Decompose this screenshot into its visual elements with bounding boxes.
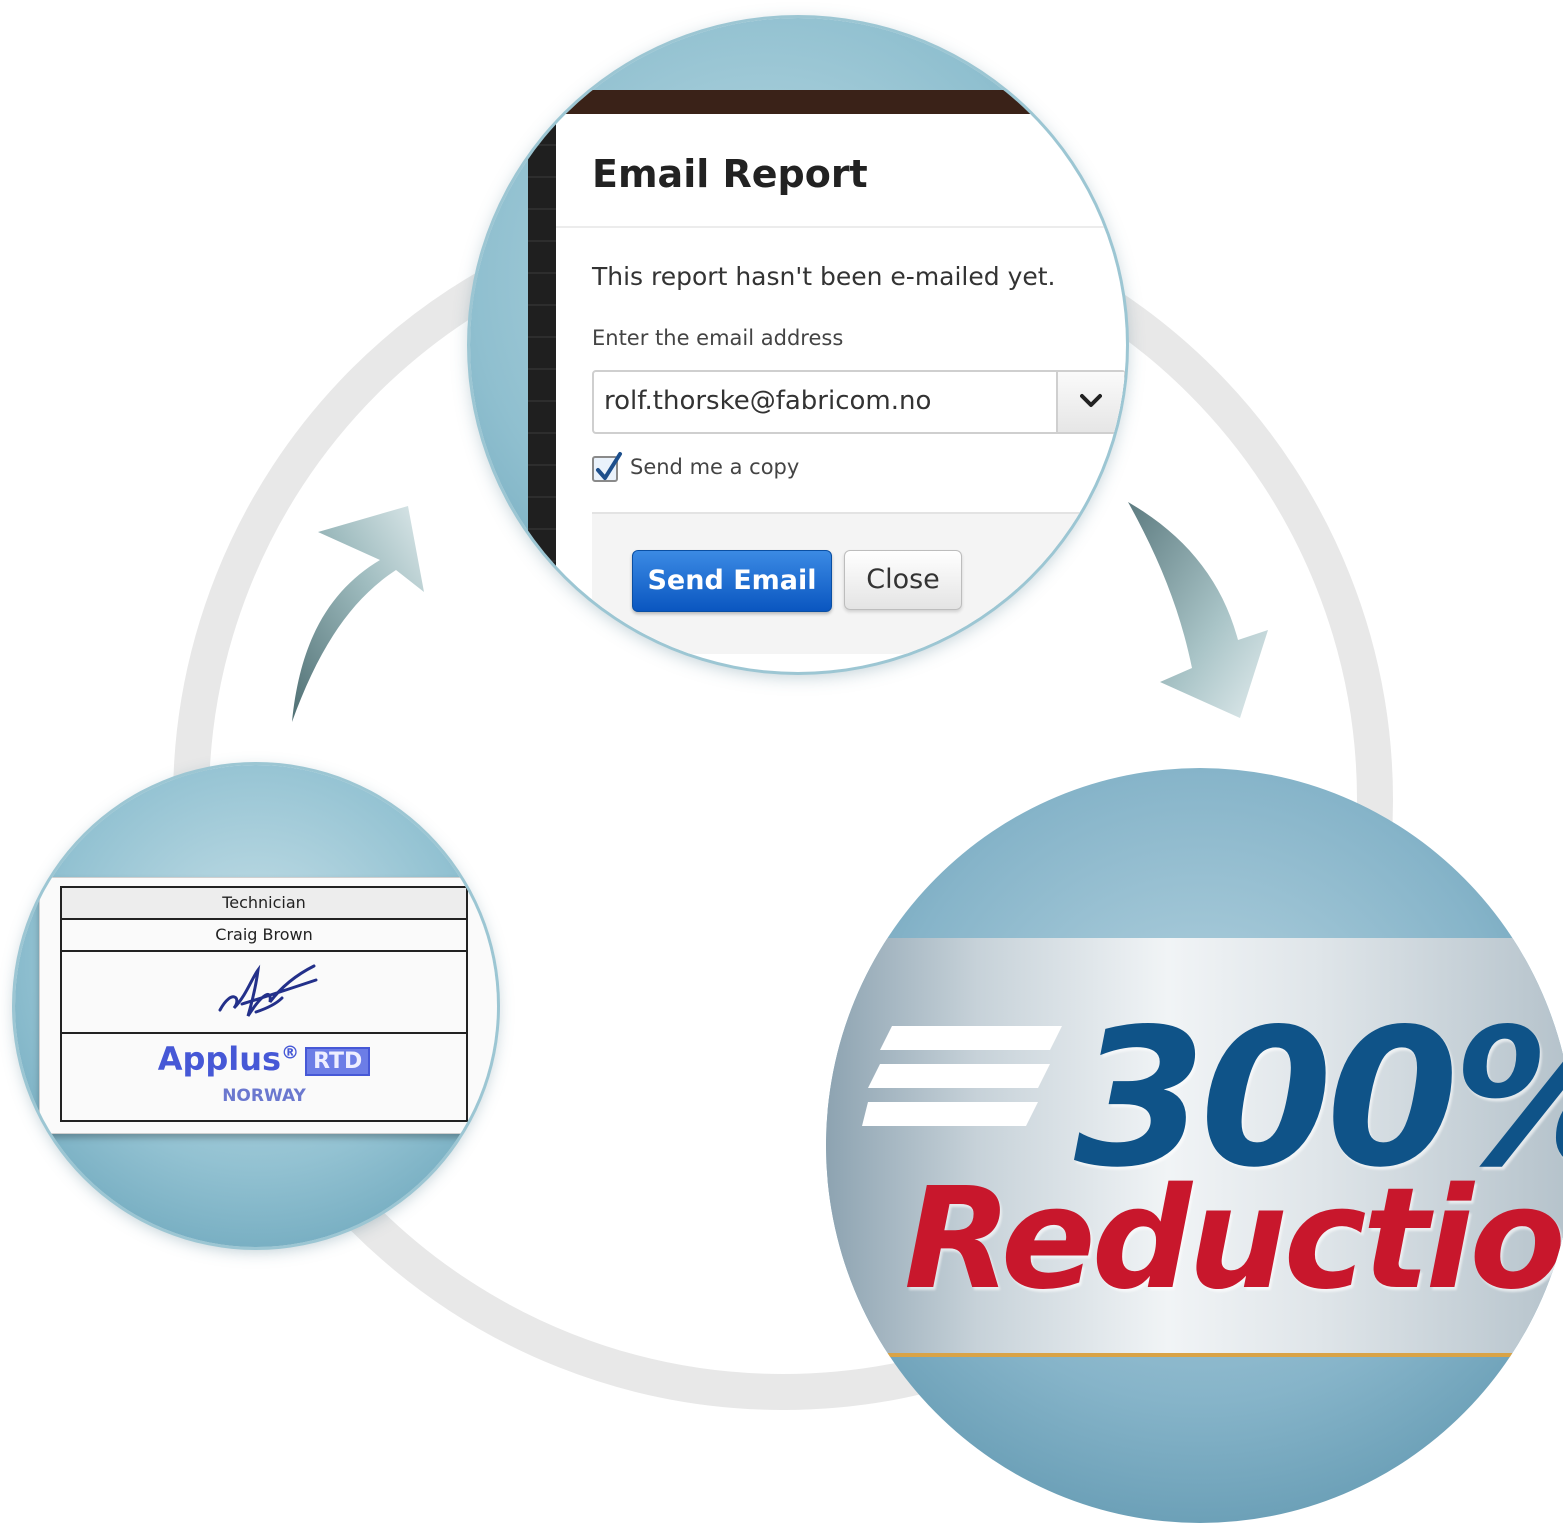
dialog-footer: Send Email Close xyxy=(592,512,1126,654)
technician-header: Technician xyxy=(222,893,306,912)
email-field-value: rolf.thorske@fabricom.no xyxy=(604,386,932,416)
send-copy-checkbox[interactable] xyxy=(592,452,622,482)
dialog-separator xyxy=(556,226,1126,228)
email-report-dialog: Email Report This report hasn't been e-m… xyxy=(556,114,1126,672)
email-report-lens: Email Report This report hasn't been e-m… xyxy=(470,18,1126,672)
speed-lines-icon xyxy=(862,1026,1062,1126)
reduction-badge: 300% Reduction xyxy=(826,768,1563,1523)
applus-logo: Applus® RTD xyxy=(62,1040,466,1078)
signature-row xyxy=(62,952,466,1034)
checkmark-icon xyxy=(596,452,622,480)
technician-name-row: Craig Brown xyxy=(62,920,466,952)
company-country: NORWAY xyxy=(222,1086,306,1106)
company-name: Applus xyxy=(157,1040,282,1078)
chevron-down-icon xyxy=(1080,394,1102,407)
arrow-email-to-reduction xyxy=(1128,502,1268,718)
dialog-title: Email Report xyxy=(592,152,868,196)
report-signature-sheet: Technician Craig Brown Applus® RTD NORWAY xyxy=(39,877,497,1134)
signature-lens: Technician Craig Brown Applus® RTD NORWAY xyxy=(15,765,497,1247)
send-copy-label: Send me a copy xyxy=(630,455,800,479)
send-email-button[interactable]: Send Email xyxy=(632,550,832,612)
email-field-label: Enter the email address xyxy=(592,326,844,350)
report-edge xyxy=(528,114,556,672)
rtd-badge: RTD xyxy=(305,1046,371,1076)
signature-header-row: Technician xyxy=(62,888,466,920)
company-stamp-row: Applus® RTD NORWAY xyxy=(62,1034,466,1120)
handwritten-signature xyxy=(218,964,318,1017)
reduction-word: Reduction xyxy=(904,1158,1563,1321)
arrow-signature-to-email xyxy=(292,506,424,722)
technician-name: Craig Brown xyxy=(215,925,313,944)
signature-table: Technician Craig Brown Applus® RTD NORWAY xyxy=(60,886,468,1122)
report-header-strip xyxy=(540,90,1126,114)
table-column-divider xyxy=(466,886,468,1122)
dialog-status-message: This report hasn't been e-mailed yet. xyxy=(592,262,1056,291)
email-field[interactable]: rolf.thorske@fabricom.no xyxy=(592,370,1126,434)
email-dropdown-button[interactable] xyxy=(1056,372,1124,432)
close-button[interactable]: Close xyxy=(844,550,962,610)
registered-mark: ® xyxy=(281,1042,300,1064)
